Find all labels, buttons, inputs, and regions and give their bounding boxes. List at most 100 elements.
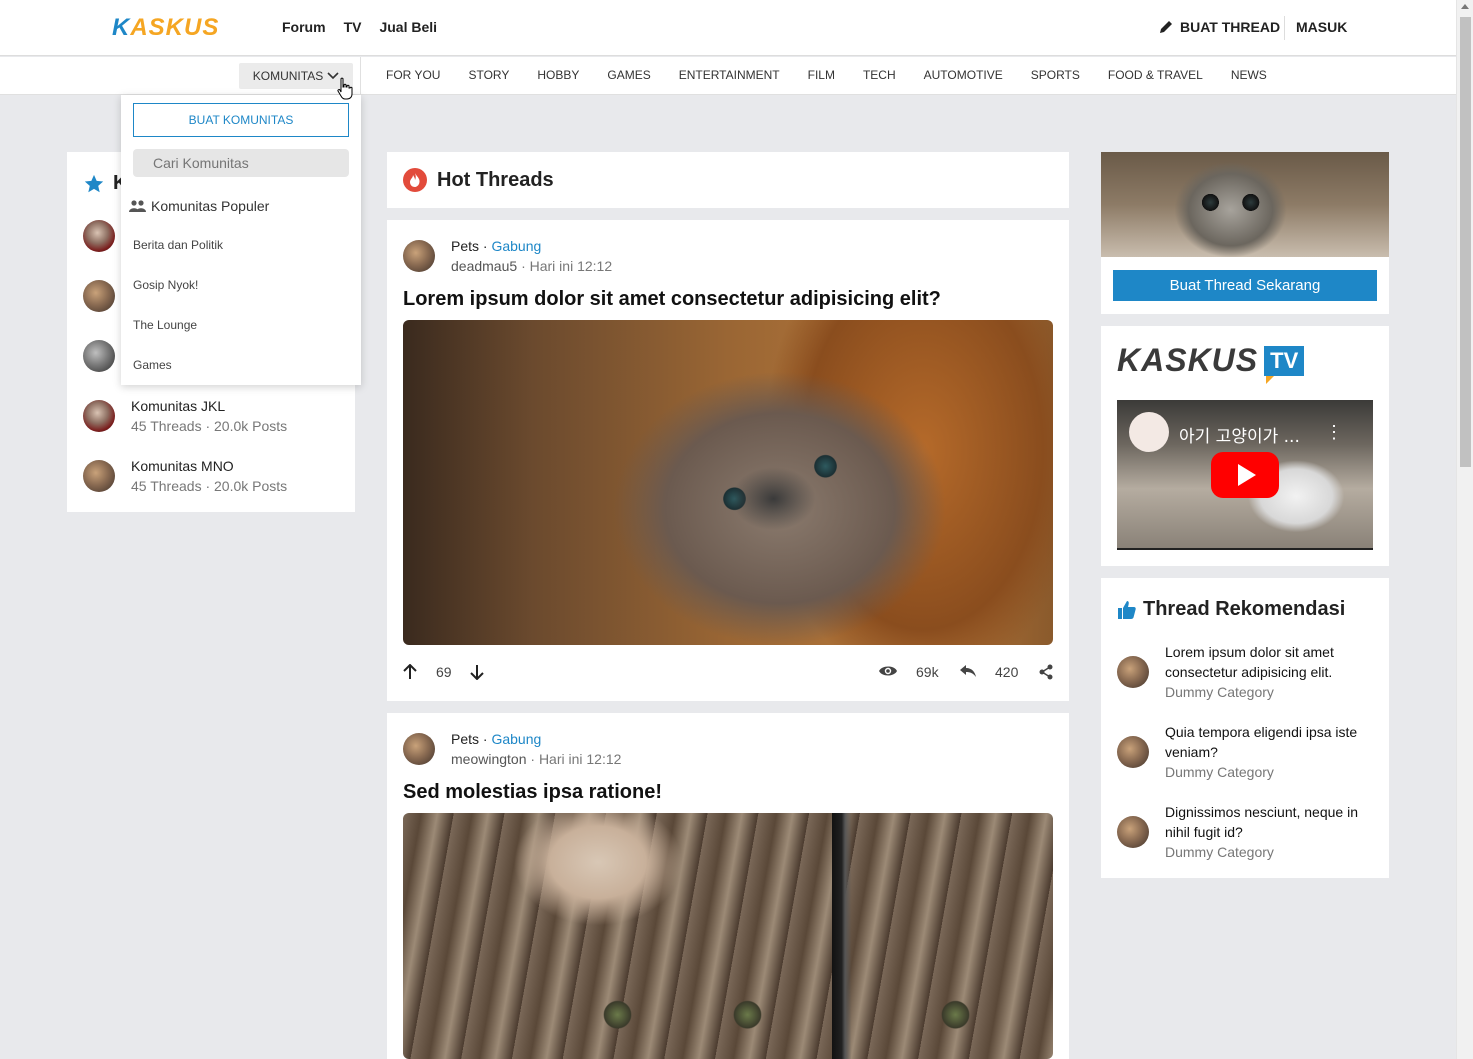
masuk-button[interactable]: MASUK bbox=[1296, 19, 1347, 35]
hot-threads-header: Hot Threads bbox=[387, 152, 1069, 208]
avatar bbox=[83, 460, 115, 492]
komunitas-dropdown: BUAT KOMUNITAS Komunitas Populer Berita … bbox=[121, 95, 361, 385]
list-item[interactable]: Komunitas MNO 45 Threads · 20.0k Posts bbox=[83, 458, 287, 494]
pencil-icon bbox=[1160, 21, 1172, 33]
page-scrollbar[interactable] bbox=[1456, 0, 1473, 1059]
thread-card[interactable]: Pets · Gabung meowington · Hari ini 12:1… bbox=[387, 713, 1069, 1059]
cat-automotive[interactable]: AUTOMOTIVE bbox=[924, 68, 1003, 82]
avatar bbox=[83, 220, 115, 252]
rekomendasi-title: Thread Rekomendasi bbox=[1143, 598, 1346, 620]
cat-sports[interactable]: SPORTS bbox=[1031, 68, 1080, 82]
buat-komunitas-button[interactable]: BUAT KOMUNITAS bbox=[133, 103, 349, 137]
buat-thread-promo: Buat Thread Sekarang bbox=[1101, 152, 1389, 314]
thread-meta: deadmau5 · Hari ini 12:12 bbox=[451, 258, 612, 274]
arrow-down-icon bbox=[470, 665, 484, 680]
avatar bbox=[1117, 656, 1149, 688]
dropdown-item[interactable]: Games bbox=[133, 358, 172, 372]
star-icon bbox=[84, 174, 104, 192]
gabung-link[interactable]: Gabung bbox=[491, 238, 541, 254]
dropdown-item[interactable]: The Lounge bbox=[133, 318, 197, 332]
komunitas-label: KOMUNITAS bbox=[252, 69, 324, 83]
cat-film[interactable]: FILM bbox=[808, 68, 835, 82]
post-time: · Hari ini 12:12 bbox=[521, 258, 613, 274]
post-time: · Hari ini 12:12 bbox=[530, 751, 622, 767]
komunitas-name: Komunitas JKL bbox=[131, 398, 226, 414]
header-divider bbox=[1284, 16, 1285, 40]
komunitas-meta: 45 Threads · 20.0k Posts bbox=[131, 418, 288, 434]
kaskus-tv-logo[interactable]: KASKUS TV bbox=[1117, 342, 1305, 384]
avatar bbox=[1117, 816, 1149, 848]
thread-title[interactable]: Lorem ipsum dolor sit amet consectetur a… bbox=[403, 288, 941, 311]
dropdown-item[interactable]: Berita dan Politik bbox=[133, 238, 223, 252]
nav-tv[interactable]: TV bbox=[344, 19, 362, 35]
list-item[interactable] bbox=[83, 220, 115, 252]
cat-for-you[interactable]: FOR YOU bbox=[386, 68, 440, 82]
rekomendasi-item-category: Dummy Category bbox=[1165, 684, 1274, 700]
kaskus-logo[interactable]: KASKUS bbox=[112, 14, 219, 42]
buat-thread-label: BUAT THREAD bbox=[1180, 19, 1281, 35]
rekomendasi-item-title: Quia tempora eligendi ipsa iste veniam? bbox=[1165, 724, 1358, 760]
nav-jual-beli[interactable]: Jual Beli bbox=[379, 19, 437, 35]
category-name[interactable]: Pets bbox=[451, 731, 479, 747]
reply-icon[interactable] bbox=[959, 664, 977, 678]
list-item[interactable] bbox=[83, 340, 115, 372]
username[interactable]: deadmau5 bbox=[451, 258, 517, 274]
cat-story[interactable]: STORY bbox=[468, 68, 509, 82]
avatar bbox=[83, 400, 115, 432]
youtube-play-icon[interactable] bbox=[1211, 452, 1279, 498]
rekomendasi-item-title: Dignissimos nesciunt, neque in nihil fug… bbox=[1165, 804, 1358, 840]
more-options-icon[interactable]: ⋮ bbox=[1325, 422, 1343, 443]
dropdown-item[interactable]: Gosip Nyok! bbox=[133, 278, 198, 292]
cat-tech[interactable]: TECH bbox=[863, 68, 896, 82]
hand-cursor-icon bbox=[337, 77, 353, 100]
avatar bbox=[403, 733, 435, 765]
avatar bbox=[83, 280, 115, 312]
rekomendasi-heading: Thread Rekomendasi bbox=[1117, 598, 1345, 621]
thread-actions: 69 69k 420 bbox=[403, 664, 1053, 684]
thread-image[interactable] bbox=[403, 320, 1053, 645]
category-name[interactable]: Pets bbox=[451, 238, 479, 254]
thumbs-up-icon bbox=[1118, 600, 1136, 619]
downvote-button[interactable] bbox=[470, 664, 484, 680]
reply-count: 420 bbox=[995, 664, 1019, 680]
avatar bbox=[1117, 736, 1149, 768]
channel-avatar bbox=[1129, 412, 1169, 452]
video-player[interactable]: 아기 고양이가 ... ⋮ bbox=[1117, 400, 1373, 550]
rekomendasi-item-title: Lorem ipsum dolor sit amet consectetur a… bbox=[1165, 644, 1334, 680]
views-count: 69k bbox=[916, 664, 939, 680]
cat-entertainment[interactable]: ENTERTAINMENT bbox=[679, 68, 780, 82]
thread-card[interactable]: Pets · Gabung deadmau5 · Hari ini 12:12 … bbox=[387, 220, 1069, 701]
fire-icon bbox=[403, 168, 427, 192]
top-header: KASKUS Forum TV Jual Beli BUAT THREAD MA… bbox=[0, 0, 1456, 56]
scroll-thumb[interactable] bbox=[1460, 17, 1471, 467]
thread-image[interactable] bbox=[403, 813, 1053, 1059]
list-item[interactable] bbox=[83, 280, 115, 312]
gabung-link[interactable]: Gabung bbox=[491, 731, 541, 747]
scroll-up-icon[interactable] bbox=[1461, 4, 1469, 9]
upvote-button[interactable] bbox=[403, 664, 417, 680]
buat-thread-button[interactable]: BUAT THREAD bbox=[1158, 19, 1280, 35]
komunitas-populer-label: Komunitas Populer bbox=[151, 198, 270, 214]
cat-hobby[interactable]: HOBBY bbox=[537, 68, 579, 82]
komunitas-populer-heading: Komunitas Populer bbox=[129, 198, 269, 214]
share-icon[interactable] bbox=[1038, 664, 1054, 680]
promo-image bbox=[1101, 152, 1389, 257]
cat-games[interactable]: GAMES bbox=[607, 68, 650, 82]
list-item[interactable]: Komunitas JKL 45 Threads · 20.0k Posts bbox=[83, 398, 287, 434]
komunitas-meta: 45 Threads · 20.0k Posts bbox=[131, 478, 288, 494]
logo-wordmark: ASKUS bbox=[130, 14, 220, 41]
thread-title[interactable]: Sed molestias ipsa ratione! bbox=[403, 781, 662, 804]
top-nav: Forum TV Jual Beli bbox=[282, 19, 437, 35]
cari-komunitas-input[interactable] bbox=[133, 149, 349, 177]
views-icon bbox=[878, 664, 898, 678]
category-bar: KOMUNITAS FOR YOU STORY HOBBY GAMES ENTE… bbox=[0, 57, 1456, 95]
cat-news[interactable]: NEWS bbox=[1231, 68, 1267, 82]
username[interactable]: meowington bbox=[451, 751, 527, 767]
cat-food-travel[interactable]: FOOD & TRAVEL bbox=[1108, 68, 1203, 82]
avatar bbox=[403, 240, 435, 272]
nav-forum[interactable]: Forum bbox=[282, 19, 326, 35]
category-nav: FOR YOU STORY HOBBY GAMES ENTERTAINMENT … bbox=[386, 68, 1295, 82]
thread-rekomendasi-card: Thread Rekomendasi Lorem ipsum dolor sit… bbox=[1101, 578, 1389, 878]
avatar bbox=[83, 340, 115, 372]
buat-thread-sekarang-button[interactable]: Buat Thread Sekarang bbox=[1113, 270, 1377, 301]
